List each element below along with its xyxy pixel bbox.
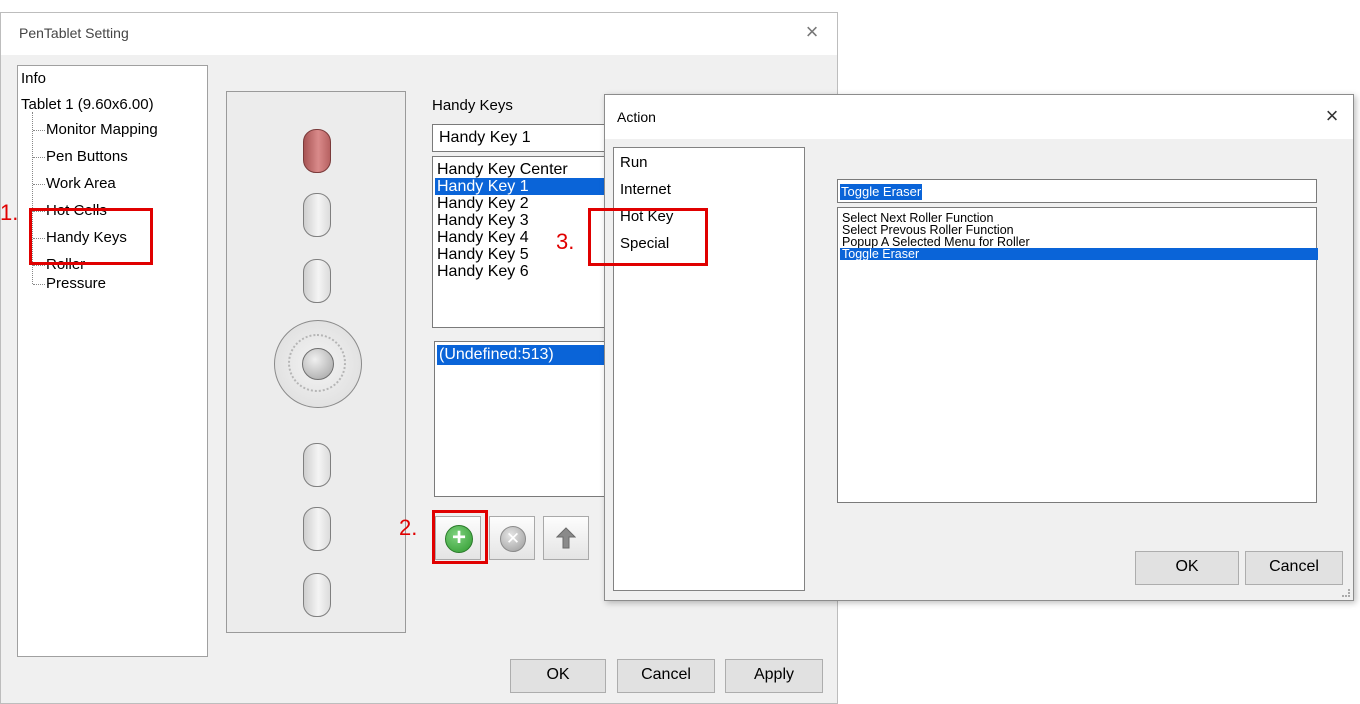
tablet-key-active[interactable] — [303, 129, 331, 173]
tree-item-monitor-mapping[interactable]: Monitor Mapping — [46, 121, 158, 138]
list-item-selected[interactable]: Toggle Eraser — [840, 248, 1318, 260]
window-title: PenTablet Setting — [19, 25, 129, 41]
tree-item-info[interactable]: Info — [21, 70, 46, 87]
tablet-key[interactable] — [303, 507, 331, 551]
apply-button[interactable]: Apply — [725, 659, 823, 693]
cancel-button[interactable]: Cancel — [1245, 551, 1343, 585]
tree-item-work-area[interactable]: Work Area — [46, 175, 116, 192]
annotation-number: 2. — [399, 515, 418, 540]
tablet-roller-dial[interactable] — [274, 320, 362, 408]
tablet-key[interactable] — [303, 193, 331, 237]
dialog-title: Action — [617, 109, 656, 125]
settings-tree[interactable]: Info Tablet 1 (9.60x6.00) Monitor Mappin… — [17, 65, 208, 657]
close-icon[interactable]: × — [1319, 103, 1345, 129]
assigned-action-list[interactable]: (Undefined:513) — [434, 341, 625, 497]
arrow-up-icon — [556, 527, 576, 549]
remove-action-button[interactable]: ✕ — [489, 516, 535, 560]
cancel-button[interactable]: Cancel — [617, 659, 715, 693]
special-function-list[interactable]: Select Next Roller Function Select Prevo… — [837, 207, 1318, 503]
x-circle-icon: ✕ — [500, 526, 526, 552]
tree-connector — [33, 157, 45, 158]
tree-connector — [33, 130, 45, 131]
tree-item-tablet[interactable]: Tablet 1 (9.60x6.00) — [21, 96, 154, 113]
category-run[interactable]: Run — [620, 154, 648, 171]
dial-center-button[interactable] — [302, 348, 334, 380]
tree-connector — [33, 265, 45, 266]
action-input[interactable]: Toggle Eraser — [837, 179, 1317, 203]
close-icon[interactable]: × — [799, 19, 825, 45]
action-item-selected[interactable]: (Undefined:513) — [437, 345, 625, 365]
list-item[interactable]: Handy Key Center — [435, 161, 623, 178]
annotation-box — [588, 208, 708, 266]
tablet-key[interactable] — [303, 573, 331, 617]
move-up-button[interactable] — [543, 516, 589, 560]
ok-button[interactable]: OK — [510, 659, 606, 693]
handy-key-combobox[interactable]: Handy Key 1 — [432, 124, 622, 152]
annotation-number: 3. — [556, 229, 575, 254]
action-input-text: Toggle Eraser — [840, 184, 923, 200]
resize-grip[interactable] — [1342, 589, 1350, 597]
title-bar[interactable]: PenTablet Setting × — [1, 13, 837, 55]
tree-connector — [33, 284, 45, 285]
category-internet[interactable]: Internet — [620, 181, 671, 198]
tree-item-pressure[interactable]: Pressure — [46, 275, 106, 292]
action-dialog: Action × Run Internet Hot Key Special To… — [604, 94, 1354, 601]
annotation-number: 1. — [0, 200, 19, 225]
annotation-box — [29, 208, 153, 265]
tablet-key[interactable] — [303, 443, 331, 487]
tablet-illustration — [226, 91, 406, 633]
ok-button[interactable]: OK — [1135, 551, 1239, 585]
annotation-box — [432, 510, 488, 564]
tree-connector — [33, 184, 45, 185]
tablet-key[interactable] — [303, 259, 331, 303]
dialog-title-bar[interactable]: Action × — [605, 95, 1353, 139]
tree-item-pen-buttons[interactable]: Pen Buttons — [46, 148, 128, 165]
handy-keys-label: Handy Keys — [432, 97, 513, 114]
list-item-selected[interactable]: Handy Key 1 — [435, 178, 623, 195]
